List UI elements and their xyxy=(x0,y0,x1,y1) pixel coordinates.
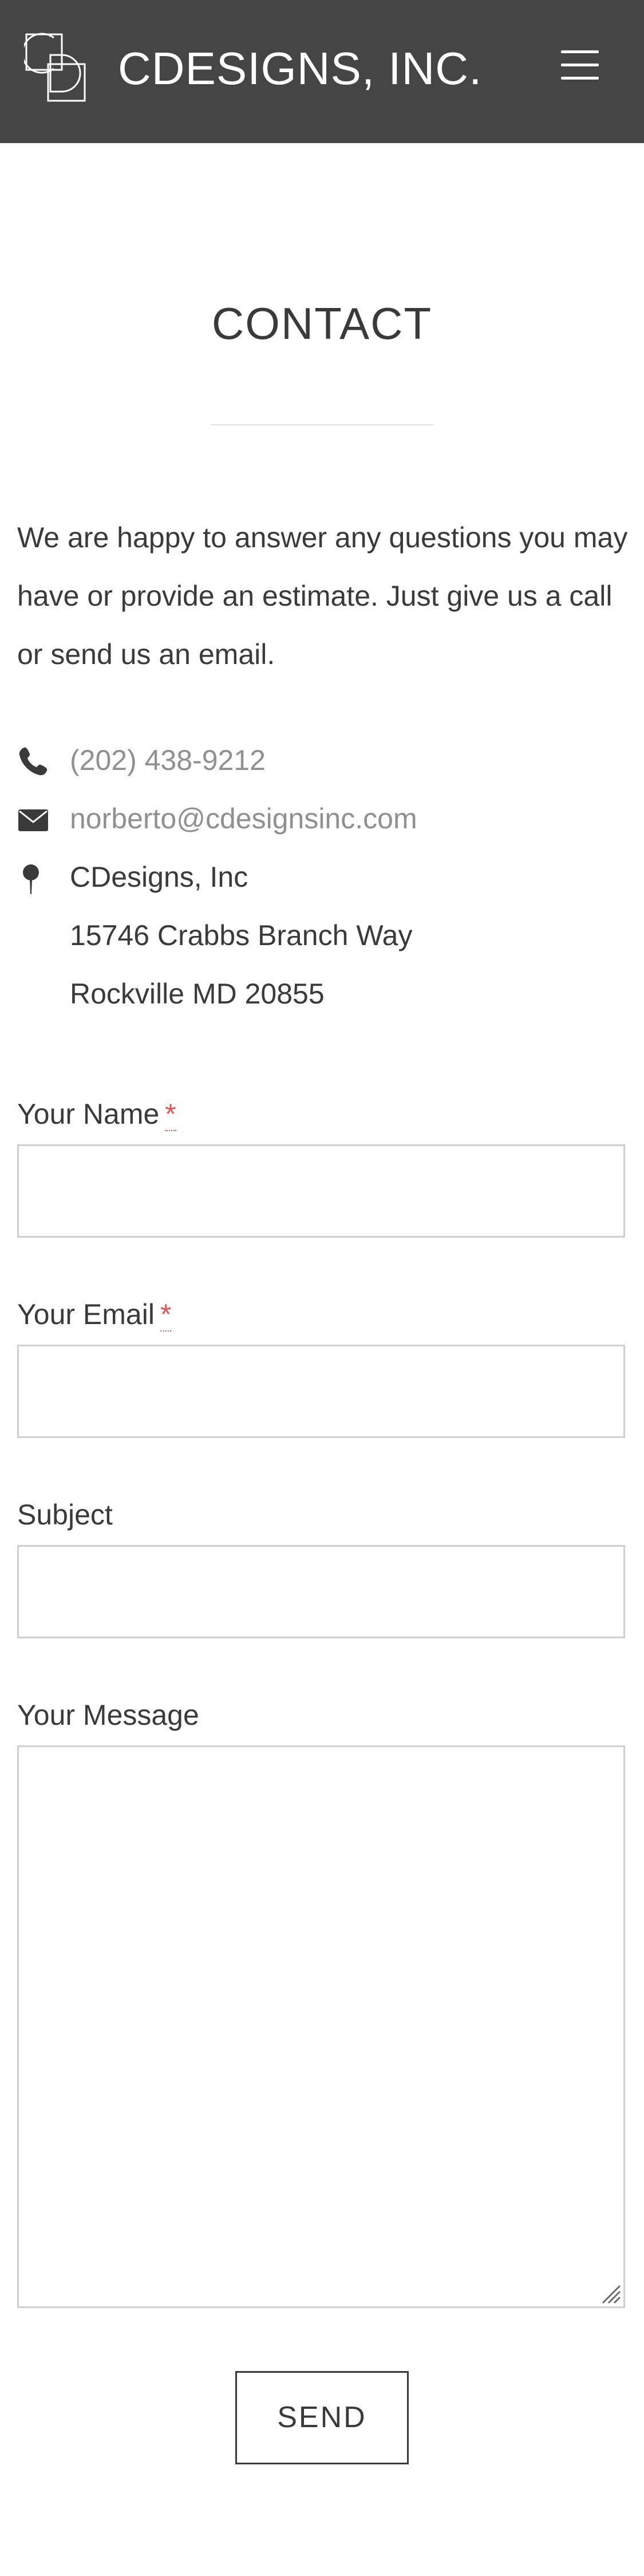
phone-icon xyxy=(19,747,48,776)
required-marker: * xyxy=(160,1298,172,1332)
phone-link[interactable]: (202) 438-9212 xyxy=(70,731,266,789)
site-header: CDESIGNS, INC. xyxy=(0,0,644,143)
page-title: CONTACT xyxy=(211,298,433,349)
address-row: CDesigns, Inc xyxy=(17,848,635,906)
title-divider xyxy=(211,424,434,425)
address-line-city: Rockville MD 20855 xyxy=(70,978,325,1010)
brand-name[interactable]: CDESIGNS, INC. xyxy=(118,40,482,97)
email-label: Your Email * xyxy=(17,1291,172,1337)
map-pin-icon xyxy=(23,864,39,894)
address-row-city: Rockville MD 20855 xyxy=(17,965,635,1023)
email-label-text: Your Email xyxy=(17,1298,155,1330)
envelope-icon xyxy=(18,809,48,831)
required-marker: * xyxy=(165,1098,176,1131)
message-textarea[interactable] xyxy=(17,1745,625,2308)
subject-label: Subject xyxy=(17,1499,113,1531)
email-field[interactable] xyxy=(17,1345,625,1438)
email-row: norberto@cdesignsinc.com xyxy=(17,789,635,848)
address-row-street: 15746 Crabbs Branch Way xyxy=(17,906,635,965)
cd-monogram-logo[interactable] xyxy=(24,31,97,104)
subject-field[interactable] xyxy=(17,1545,625,1638)
message-label: Your Message xyxy=(17,1699,199,1731)
intro-text: We are happy to answer any questions you… xyxy=(17,521,628,670)
name-label: Your Name * xyxy=(17,1091,176,1137)
resize-grip-icon[interactable] xyxy=(598,2281,621,2304)
address-line-company: CDesigns, Inc xyxy=(70,861,248,893)
hamburger-menu-icon[interactable] xyxy=(561,50,599,80)
name-field[interactable] xyxy=(17,1144,625,1238)
address-line-street: 15746 Crabbs Branch Way xyxy=(70,919,413,951)
name-label-text: Your Name xyxy=(17,1098,160,1130)
email-link[interactable]: norberto@cdesignsinc.com xyxy=(70,789,417,848)
phone-row: (202) 438-9212 xyxy=(17,731,635,789)
send-button[interactable]: SEND xyxy=(235,2371,409,2464)
